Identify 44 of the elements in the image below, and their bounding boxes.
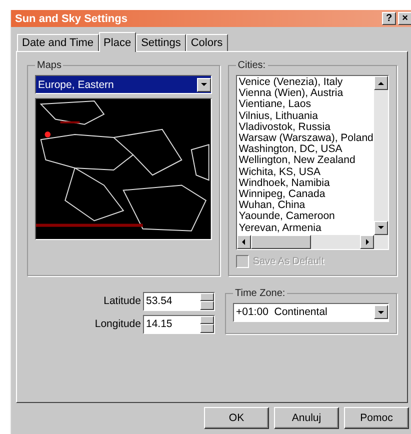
- list-item[interactable]: Wichita, KS, USA: [238, 166, 372, 178]
- field-label: Latitude: [104, 295, 141, 308]
- list-item[interactable]: Wellington, New Zealand: [238, 155, 372, 167]
- dropdown-button[interactable]: [196, 78, 211, 92]
- list-item[interactable]: Warsaw (Warszawa), Poland: [238, 133, 372, 144]
- vertical-scrollbar[interactable]: [374, 76, 388, 235]
- list-item[interactable]: Yerevan, Armenia: [238, 222, 372, 234]
- down-arrow-icon: [378, 226, 384, 230]
- tab[interactable]: Colors: [186, 34, 228, 51]
- map-dropdown[interactable]: Europe, Eastern: [35, 75, 212, 94]
- group-label: Maps: [36, 60, 62, 71]
- list-item[interactable]: Yaounde, Cameroon: [238, 211, 372, 223]
- spin-field[interactable]: 14.15: [143, 314, 215, 334]
- dialog-button[interactable]: OK: [204, 407, 269, 429]
- list-item[interactable]: Vilnius, Lithuania: [238, 110, 372, 122]
- horizontal-scrollbar[interactable]: [236, 234, 388, 249]
- list-item[interactable]: Winnipeg, Canada: [238, 189, 372, 200]
- help-button[interactable]: ?: [382, 12, 396, 25]
- group-label: Cities:: [236, 60, 267, 71]
- list-item[interactable]: Windhoek, Namibia: [238, 178, 372, 190]
- up-arrow-icon: [378, 82, 384, 84]
- list-item[interactable]: Vientiane, Laos: [238, 99, 372, 111]
- field-label: Longitude: [94, 318, 141, 330]
- down-arrow-icon: [200, 83, 207, 86]
- dialog-button[interactable]: Anuluj: [274, 407, 339, 429]
- group-label: Time Zone:: [234, 288, 286, 299]
- tab[interactable]: Place: [98, 32, 136, 52]
- close-button[interactable]: ×: [398, 12, 411, 25]
- tab[interactable]: Date and Time: [17, 34, 99, 51]
- dialog-button[interactable]: Pomoc: [344, 407, 409, 429]
- cities-list[interactable]: [236, 75, 389, 250]
- window-title: Sun and Sky Settings: [15, 12, 128, 24]
- list-item[interactable]: Vienna (Wien), Austria: [238, 88, 372, 100]
- list-item[interactable]: Venice (Venezia), Italy: [238, 77, 372, 88]
- down-arrow-icon: [378, 310, 384, 314]
- dropdown-button[interactable]: [374, 305, 388, 320]
- right-arrow-icon: [366, 238, 368, 245]
- list-item[interactable]: Washington, DC, USA: [238, 144, 372, 156]
- left-arrow-icon: [242, 238, 246, 245]
- list-item[interactable]: Vladivostok, Russia: [238, 122, 372, 134]
- list-item[interactable]: Wuhan, China: [238, 200, 372, 212]
- tab[interactable]: Settings: [136, 34, 186, 51]
- time-zone-dropdown[interactable]: +01:00 Continental: [233, 302, 389, 322]
- spin-field[interactable]: 53.54: [143, 292, 215, 311]
